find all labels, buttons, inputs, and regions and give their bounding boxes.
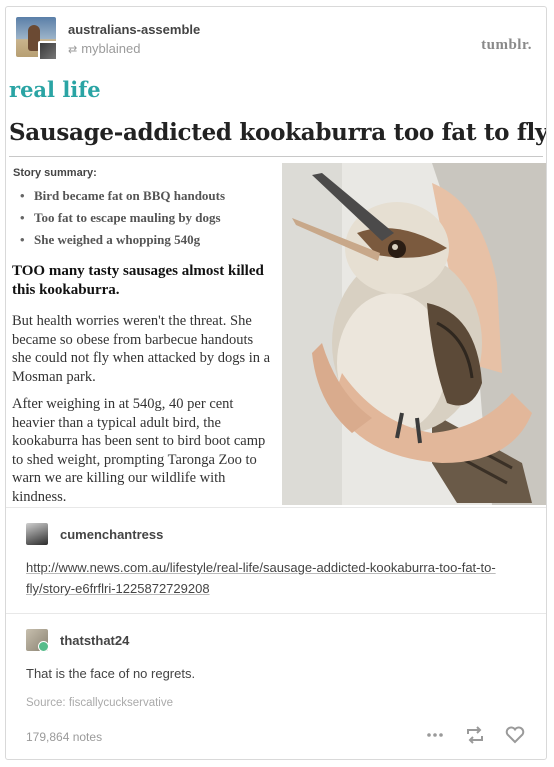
bullet-icon: •: [20, 232, 25, 247]
notes-count[interactable]: 179,864 notes: [26, 730, 102, 744]
reblog-comment: That is the face of no regrets.: [26, 666, 196, 681]
section-label: real life: [9, 77, 101, 102]
headline-rule: [9, 156, 543, 157]
bullet-icon: •: [20, 188, 25, 203]
more-icon[interactable]: [424, 724, 446, 746]
bullet-icon: •: [20, 210, 25, 225]
article-paragraph: But health worries weren't the threat. S…: [12, 313, 271, 385]
list-item: • Too fat to escape mauling by dogs: [20, 207, 225, 229]
article-headline: Sausage-addicted kookaburra too fat to f…: [9, 119, 546, 146]
avatar[interactable]: [26, 629, 48, 651]
kookaburra-photo: [282, 163, 546, 505]
list-item: • She weighed a whopping 540g: [20, 229, 225, 251]
post-header: australians-assemble ⇄ myblained tumblr.: [16, 17, 536, 65]
summary-label: Story summary:: [13, 167, 97, 179]
reblog-source: ⇄ myblained: [68, 41, 140, 56]
post-actions: [424, 724, 526, 746]
bullet-text: Bird became fat on BBQ handouts: [34, 188, 226, 203]
reblog-small-icon: ⇄: [68, 44, 78, 56]
reblogged-from-name[interactable]: myblained: [81, 41, 140, 56]
tumblr-logo: tumblr.: [481, 37, 532, 53]
article-link[interactable]: http://www.news.com.au/lifestyle/real-li…: [26, 557, 521, 599]
article-lead: TOO many tasty sausages almost killed th…: [12, 263, 264, 298]
reblog-avatar[interactable]: [38, 41, 58, 61]
reblog-username[interactable]: cumenchantress: [60, 527, 163, 542]
bullet-text: She weighed a whopping 540g: [34, 232, 201, 247]
summary-list: • Bird became fat on BBQ handouts • Too fa…: [20, 185, 225, 251]
reblog-icon[interactable]: [464, 724, 486, 746]
list-item: • Bird became fat on BBQ handouts: [20, 185, 225, 207]
divider: [6, 613, 546, 614]
article-snippet: real life Sausage-addicted kookaburra to…: [6, 69, 546, 505]
post-source[interactable]: Source: fiscallycuckservative: [26, 697, 173, 709]
bullet-text: Too fat to escape mauling by dogs: [34, 210, 221, 225]
blog-name[interactable]: australians-assemble: [68, 22, 200, 37]
badge-icon: [38, 641, 48, 651]
post-card: australians-assemble ⇄ myblained tumblr. …: [5, 6, 547, 760]
avatar[interactable]: [26, 523, 48, 545]
divider: [6, 507, 546, 508]
reblog-username[interactable]: thatsthat24: [60, 633, 129, 648]
kookaburra-illustration: [282, 163, 546, 505]
article-paragraph: After weighing in at 540g, 40 per cent h…: [12, 396, 266, 505]
heart-icon[interactable]: [504, 724, 526, 746]
